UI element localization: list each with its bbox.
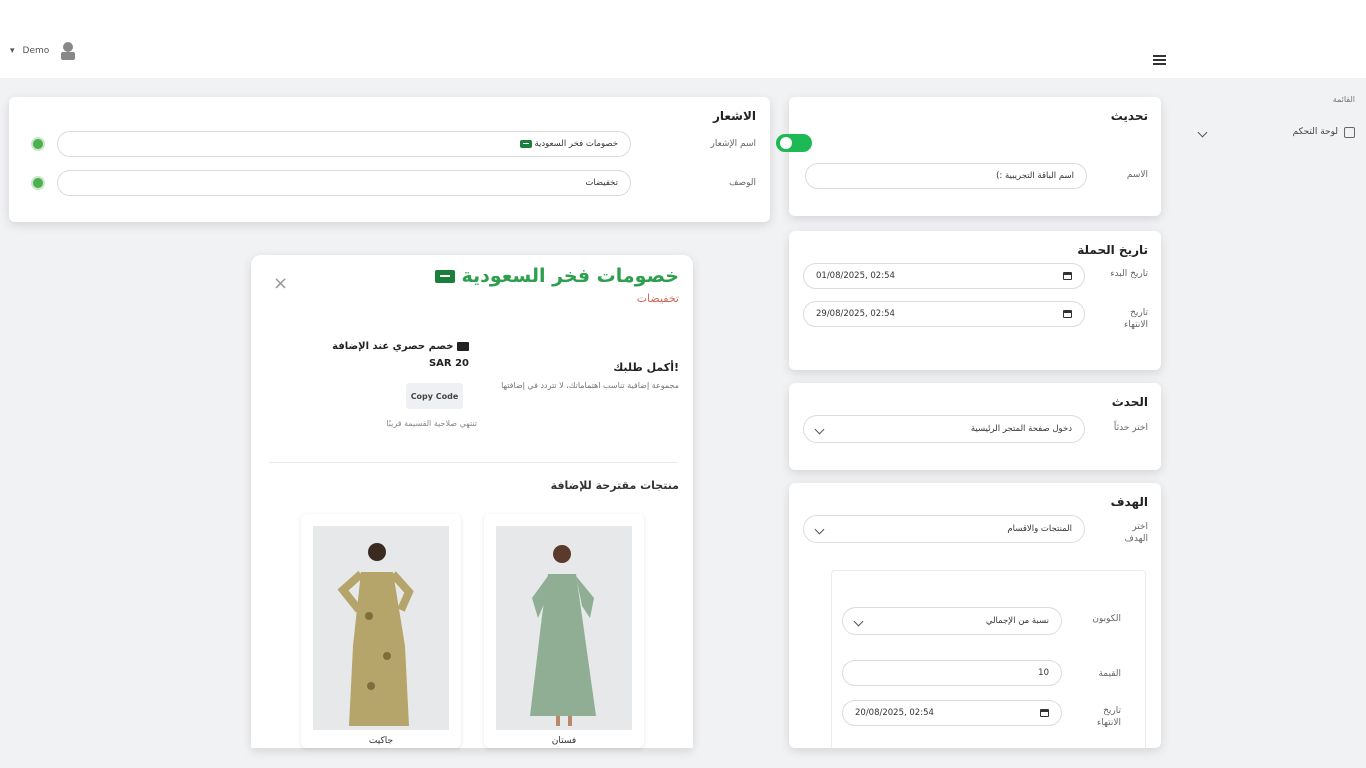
product-card[interactable]: جاكيت — [301, 514, 461, 748]
hamburger-menu-icon[interactable] — [1153, 55, 1166, 66]
sidebar-item-label: لوحة التحكم — [1292, 127, 1338, 137]
user-name: Demo — [22, 46, 50, 56]
event-title: الحدث — [1111, 395, 1148, 409]
calendar-icon[interactable] — [1063, 272, 1072, 280]
top-bar — [0, 0, 1366, 78]
gear-icon[interactable] — [33, 139, 43, 149]
target-title: الهدف — [1110, 495, 1148, 509]
saudi-flag-icon — [434, 270, 455, 283]
package-name-input[interactable]: اسم الباقة التجريبية :) — [805, 163, 1087, 189]
preview-title: خصومات فخر السعودية — [434, 265, 679, 287]
coupon-expiry-label: تاريخ الانتهاء — [1097, 706, 1121, 728]
caret-icon: ▾ — [10, 46, 15, 56]
discount-title: خصم حصري عند الإضافة — [332, 341, 454, 352]
product-name: جاكيت — [368, 736, 394, 746]
divider — [269, 462, 677, 463]
coupon-type-select[interactable]: نسبة من الإجمالي — [842, 607, 1062, 635]
discount-block: خصم حصري عند الإضافة SAR 20 — [311, 341, 469, 369]
ticket-icon — [457, 341, 469, 351]
event-card: الحدث اختر حدثاً دخول صفحة المتجر الرئيس… — [789, 383, 1161, 470]
end-date-input[interactable]: 29/08/2025, 02:54 — [803, 301, 1085, 327]
calendar-icon[interactable] — [1040, 709, 1049, 717]
notification-card: الاشعار اسم الإشعار خصومات فخر السعودية … — [9, 97, 770, 222]
complete-order-title: أكمل طلبك! — [613, 361, 679, 374]
avatar-icon — [61, 42, 76, 60]
notification-desc-input[interactable]: تخفيضات — [57, 170, 631, 196]
discount-amount: SAR 20 — [428, 358, 469, 369]
name-label: الاسم — [1126, 170, 1148, 180]
chevron-down-icon — [814, 424, 825, 434]
update-toggle[interactable] — [776, 134, 812, 152]
amount-input[interactable]: 10 — [842, 660, 1062, 686]
notification-name-label: اسم الإشعار — [710, 139, 757, 149]
notification-desc-label: الوصف — [729, 178, 756, 188]
campaign-date-card: تاريخ الحملة تاريخ البدء 01/08/2025, 02:… — [789, 231, 1161, 370]
target-select-label: اختر الهدف — [1124, 522, 1148, 544]
sidebar-item-dashboard[interactable]: لوحة التحكم — [1195, 122, 1355, 142]
update-card: تحديث الاسم اسم الباقة التجريبية :) — [776, 97, 1161, 216]
target-card: الهدف اختر الهدف المنتجات والاقسام الكوب… — [789, 483, 1161, 748]
start-date-label: تاريخ البدء — [1110, 269, 1148, 279]
gear-icon[interactable] — [33, 178, 43, 188]
notification-name-input[interactable]: خصومات فخر السعودية — [57, 131, 631, 157]
target-select[interactable]: المنتجات والاقسام — [803, 515, 1085, 543]
event-select-label: اختر حدثاً — [1113, 423, 1148, 433]
saudi-flag-icon — [519, 140, 532, 148]
sidebar-heading: القائمة — [1332, 95, 1355, 104]
suggested-products-title: منتجات مقترحة للإضافة — [550, 479, 679, 492]
notification-title: الاشعار — [712, 109, 756, 123]
coupon-type-label: الكوبون — [1092, 614, 1121, 624]
chevron-down-icon — [853, 616, 864, 626]
chevron-down-icon — [1197, 127, 1208, 137]
product-image — [496, 526, 632, 730]
user-menu[interactable]: ▾ Demo — [10, 40, 79, 62]
product-image — [313, 526, 449, 730]
complete-order-desc: مجموعة إضافية تناسب اهتماماتك، لا تتردد … — [501, 381, 679, 390]
coupon-expiry-note: تنتهي صلاحية القسيمة قريبًا — [386, 419, 477, 428]
campaign-date-title: تاريخ الحملة — [1077, 243, 1148, 257]
start-date-input[interactable]: 01/08/2025, 02:54 — [803, 263, 1085, 289]
preview-subtitle: تخفيضات — [636, 292, 679, 305]
notification-preview-popup: × خصومات فخر السعودية تخفيضات أكمل طلبك!… — [251, 255, 693, 748]
calendar-icon[interactable] — [1063, 310, 1072, 318]
product-name: فستان — [551, 736, 577, 746]
coupon-expiry-input[interactable]: 20/08/2025, 02:54 — [842, 700, 1062, 726]
event-select[interactable]: دخول صفحة المتجر الرئيسية — [803, 415, 1085, 443]
chevron-down-icon — [814, 524, 825, 534]
home-icon — [1344, 126, 1355, 138]
amount-label: القيمة — [1098, 669, 1121, 679]
copy-code-button[interactable]: Copy Code — [406, 383, 463, 409]
coupon-panel: الكوبون نسبة من الإجمالي القيمة 10 تاريخ… — [831, 570, 1146, 748]
close-icon[interactable]: × — [273, 273, 288, 294]
update-title: تحديث — [1110, 109, 1148, 123]
end-date-label: تاريخ الانتهاء — [1124, 308, 1148, 330]
product-card[interactable]: فستان — [484, 514, 644, 748]
